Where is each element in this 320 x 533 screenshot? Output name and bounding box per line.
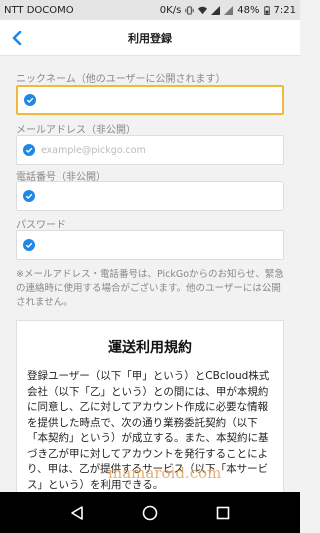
nickname-field[interactable] [16, 85, 284, 115]
page-title: 利用登録 [128, 31, 172, 45]
vibrate-icon [185, 5, 194, 15]
email-label: メールアドレス（非公開） [16, 125, 136, 136]
battery-percentage: 48% [237, 4, 260, 16]
chevron-left-icon [12, 31, 22, 45]
registration-form: ニックネーム（他のユーザーに公開されます） メールアドレス（非公開） 電話番号（… [0, 56, 300, 492]
square-recents-icon [217, 506, 230, 519]
carrier-name: NTT DOCOMO [4, 4, 74, 16]
terms-title: 運送利用規約 [108, 340, 192, 356]
circle-home-icon [142, 505, 158, 520]
clock: 7:21 [273, 4, 296, 16]
password-input[interactable] [41, 239, 271, 251]
triangle-back-icon [70, 505, 83, 520]
password-label: パスワード [16, 220, 66, 231]
wifi-icon [198, 6, 208, 14]
navigation-bar [0, 492, 300, 533]
status-bar: NTT DOCOMO 0K/s 48% 7:21 [0, 0, 300, 20]
status-indicators: 0K/s 48% 7:21 [160, 5, 296, 16]
privacy-note: ※メールアドレス・電話番号は、PickGoからのお知らせ、緊急の連絡時に使用する… [16, 269, 284, 308]
home-nav-button[interactable] [138, 501, 162, 525]
signal-icon-2 [224, 5, 234, 15]
watermark: mamaroid.com [108, 464, 222, 482]
check-circle-icon [23, 239, 35, 251]
email-field[interactable] [16, 135, 284, 165]
nickname-input[interactable] [42, 94, 272, 106]
check-circle-icon [23, 190, 35, 202]
check-circle-icon [23, 144, 35, 156]
app-bar: 利用登録 [0, 20, 300, 56]
email-input[interactable] [41, 144, 271, 156]
check-circle-icon [24, 94, 36, 106]
network-speed: 0K/s [159, 4, 182, 16]
back-nav-button[interactable] [65, 501, 89, 525]
signal-icon [211, 5, 221, 15]
phone-input[interactable] [41, 190, 271, 202]
password-field[interactable] [16, 230, 284, 260]
recent-apps-button[interactable] [211, 501, 235, 525]
phone-field[interactable] [16, 181, 284, 211]
nickname-label: ニックネーム（他のユーザーに公開されます） [16, 74, 226, 85]
back-button[interactable] [6, 27, 28, 49]
battery-icon [263, 5, 270, 15]
